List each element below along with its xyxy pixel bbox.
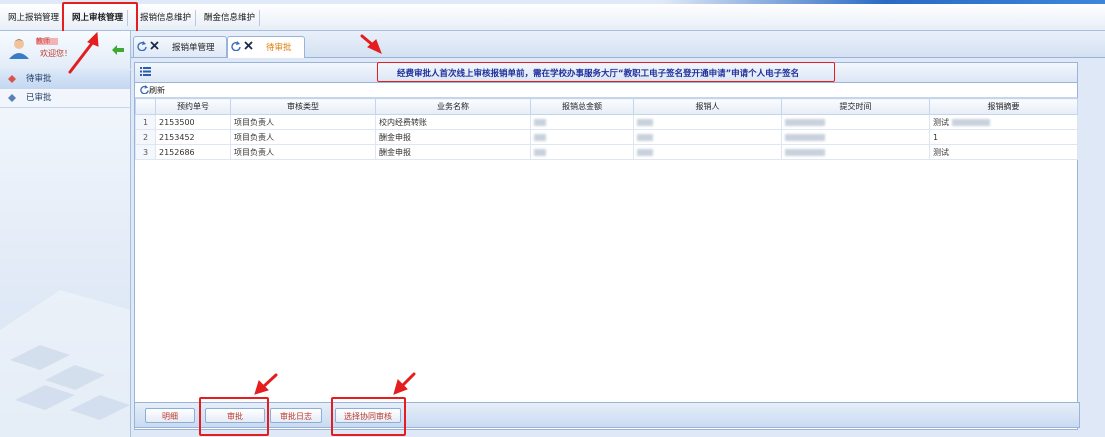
- cell-summary: 1: [929, 129, 1078, 145]
- redacted-value: [785, 118, 825, 126]
- top-menu-bar: 网上报销管理 网上审核管理 报销信息维护 酬金信息维护: [0, 4, 1105, 31]
- tab-pending-approval[interactable]: 待审批: [227, 36, 305, 58]
- cell-business: 酬金申报: [375, 129, 531, 145]
- sidebar-item-label: 已审批: [26, 93, 52, 103]
- column-header-index: [135, 98, 156, 115]
- cell-person: [633, 114, 782, 130]
- sidebar: 待审批 已审批: [0, 70, 131, 437]
- annotation-box-cosign: [331, 397, 406, 436]
- tab-bar: 报销单管理 待审批: [131, 31, 1105, 58]
- table-row[interactable]: 3 2152686 项目负责人 酬金申报 测试: [135, 144, 1078, 160]
- action-bar: 明细 审批 审批日志 选择协同审核: [134, 402, 1080, 428]
- user-name: 教师: [36, 37, 50, 45]
- cell-summary: 测试: [929, 114, 1078, 130]
- redacted-value: [637, 133, 653, 141]
- cell-audit-type: 项目负责人: [230, 129, 376, 145]
- annotation-box-approve: [199, 397, 269, 436]
- cell-amount: [530, 129, 634, 145]
- user-avatar-icon: [9, 39, 29, 59]
- detail-button[interactable]: 明细: [145, 408, 195, 423]
- diamond-icon: [8, 75, 16, 83]
- cell-business: 酬金申报: [375, 144, 531, 160]
- grid-toolbar: 刷新: [135, 83, 1077, 98]
- close-icon[interactable]: [244, 41, 253, 50]
- cell-amount: [530, 114, 634, 130]
- refresh-icon[interactable]: [137, 41, 147, 51]
- cell-time: [781, 144, 930, 160]
- column-header[interactable]: 审核类型: [230, 98, 376, 115]
- refresh-icon: [140, 85, 149, 95]
- approval-table: 预约单号 审核类型 业务名称 报销总金额 报销人 提交时间 报销摘要 1 215…: [135, 98, 1078, 160]
- sidebar-item-approved[interactable]: 已审批: [0, 89, 130, 108]
- approval-log-button[interactable]: 审批日志: [270, 408, 322, 423]
- summary-text: 测试: [933, 117, 949, 127]
- column-header[interactable]: 预约单号: [155, 98, 231, 115]
- list-icon: [140, 67, 151, 76]
- main-panel: 经费审批人首次线上审核报销单前，需在学校办事服务大厅“教职工电子签名登开通申请”…: [134, 62, 1078, 430]
- redacted-value: [637, 118, 653, 126]
- cell-audit-type: 项目负责人: [230, 144, 376, 160]
- table-row[interactable]: 2 2153452 项目负责人 酬金申报 1: [135, 129, 1078, 145]
- menu-item-reimbursement-info[interactable]: 报销信息维护: [136, 10, 197, 26]
- diamond-icon: [8, 94, 16, 102]
- menu-item-online-reimbursement[interactable]: 网上报销管理: [4, 10, 65, 26]
- cell-time: [781, 129, 930, 145]
- sidebar-item-pending[interactable]: 待审批: [0, 70, 130, 89]
- refresh-icon[interactable]: [231, 41, 241, 51]
- column-header[interactable]: 业务名称: [375, 98, 531, 115]
- cell-audit-type: 项目负责人: [230, 114, 376, 130]
- cell-order-no: 2153452: [155, 129, 231, 145]
- cell-person: [633, 129, 782, 145]
- cell-order-no: 2153500: [155, 114, 231, 130]
- cell-amount: [530, 144, 634, 160]
- column-header[interactable]: 报销总金额: [530, 98, 634, 115]
- table-header-row: 预约单号 审核类型 业务名称 报销总金额 报销人 提交时间 报销摘要: [135, 98, 1078, 115]
- tab-reimbursement-management[interactable]: 报销单管理: [133, 36, 227, 57]
- column-header[interactable]: 提交时间: [781, 98, 930, 115]
- close-icon[interactable]: [150, 41, 159, 50]
- refresh-button[interactable]: 刷新: [140, 85, 165, 96]
- row-number: 3: [135, 144, 156, 160]
- row-number: 2: [135, 129, 156, 145]
- welcome-text: 欢迎您！: [40, 49, 72, 58]
- redacted-value: [951, 118, 990, 126]
- keyboard-decoration: [0, 290, 130, 437]
- column-header[interactable]: 报销人: [633, 98, 782, 115]
- table-row[interactable]: 1 2153500 项目负责人 校内经费转账 测试: [135, 114, 1078, 130]
- cell-time: [781, 114, 930, 130]
- collapse-arrow-icon[interactable]: [112, 45, 124, 55]
- annotation-box-notice: [377, 62, 835, 82]
- redacted-value: [637, 148, 653, 156]
- refresh-label: 刷新: [149, 86, 165, 95]
- tab-label: 待审批: [266, 43, 292, 53]
- redacted-value: [785, 133, 825, 141]
- redacted-value: [785, 148, 825, 156]
- redacted-value: [534, 133, 546, 141]
- user-panel: 教师 欢迎您！: [0, 31, 131, 69]
- sidebar-item-label: 待审批: [26, 74, 52, 84]
- tab-label: 报销单管理: [172, 43, 215, 53]
- cell-person: [633, 144, 782, 160]
- redacted-value: [534, 118, 546, 126]
- menu-item-remuneration-info[interactable]: 酬金信息维护: [200, 10, 261, 26]
- cell-summary: 测试: [929, 144, 1078, 160]
- cell-order-no: 2152686: [155, 144, 231, 160]
- row-number: 1: [135, 114, 156, 130]
- cell-business: 校内经费转账: [375, 114, 531, 130]
- redacted-value: [534, 148, 546, 156]
- column-header[interactable]: 报销摘要: [929, 98, 1078, 115]
